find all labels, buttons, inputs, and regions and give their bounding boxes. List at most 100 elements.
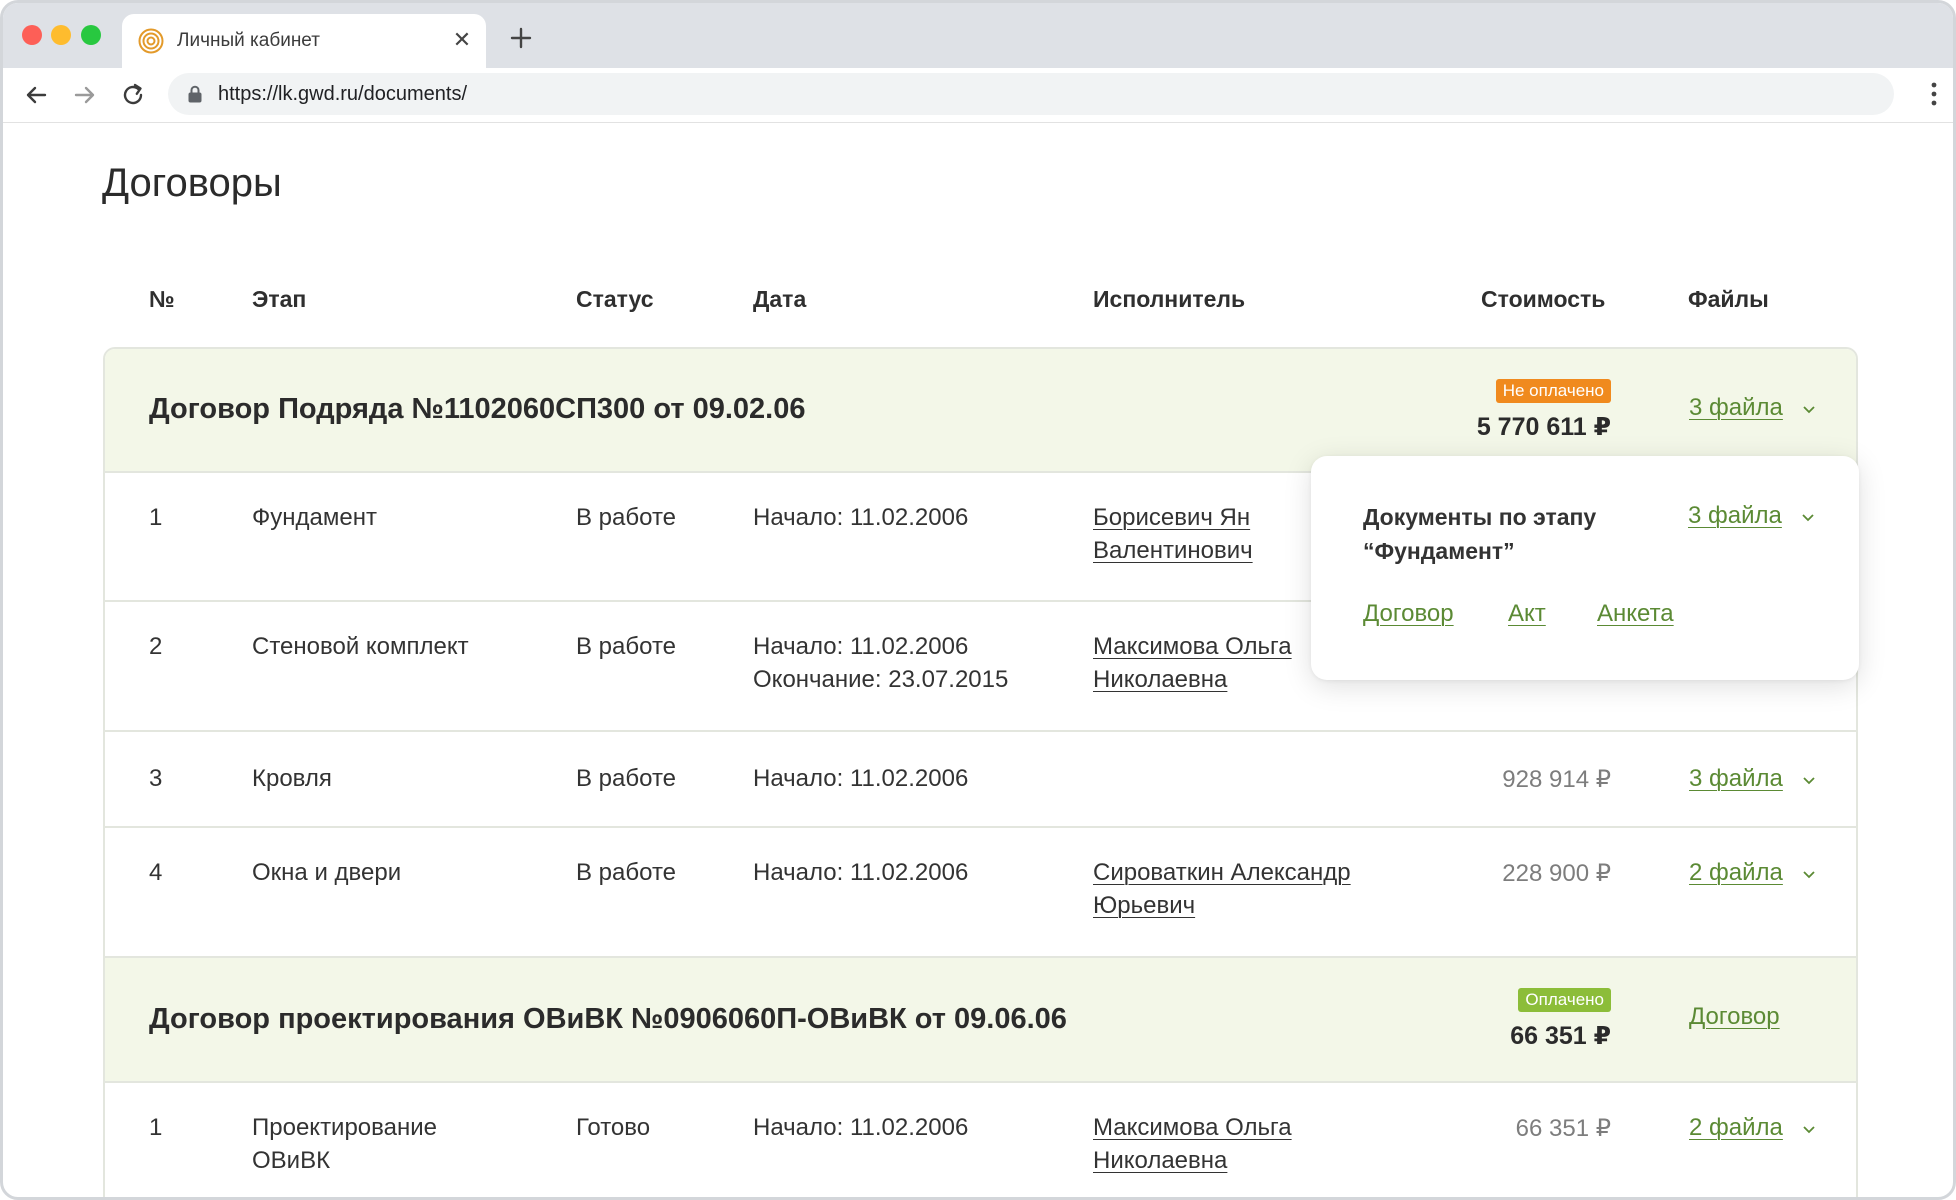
stage-price: 228 900 ₽	[1502, 860, 1611, 887]
executor-link[interactable]: Борисевич Ян Валентинович	[1093, 501, 1253, 567]
table-row: 3 Кровля В работе Начало: 11.02.2006 928…	[105, 732, 1856, 828]
stage-num: 1	[149, 504, 163, 531]
contract-row: Договор проектирования ОВиВК №0906060П-О…	[105, 958, 1856, 1083]
stage-name: Окна и двери	[252, 859, 402, 886]
files-link[interactable]: 2 файла	[1689, 1114, 1783, 1141]
minimize-window-button[interactable]	[51, 25, 71, 45]
lock-icon	[188, 85, 202, 103]
executor-name-line2[interactable]: Николаевна	[1093, 666, 1227, 693]
contract-title: Договор проектирования ОВиВК №0906060П-О…	[149, 1003, 1067, 1035]
url-text: https://lk.gwd.ru/documents/	[218, 83, 468, 105]
executor-name-line2[interactable]: Николаевна	[1093, 1147, 1227, 1174]
column-header-num: №	[149, 286, 175, 312]
browser-window: Личный кабинет ✕ https://lk.gwd.ru/docum…	[0, 0, 1956, 1200]
stage-files-dropdown[interactable]: 2 файла	[1689, 858, 1816, 888]
popup-title: Документы по этапу “Фундамент”	[1363, 500, 1643, 568]
column-header-stage: Этап	[252, 286, 307, 312]
files-link[interactable]: 3 файла	[1689, 765, 1783, 792]
status-badge-paid: Оплачено	[1518, 988, 1611, 1012]
executor-name-line2[interactable]: Валентинович	[1093, 537, 1253, 564]
popup-title-line1: Документы по этапу	[1363, 504, 1597, 530]
files-link[interactable]: 2 файла	[1689, 859, 1783, 886]
stage-dates: Начало: 11.02.2006 Окончание: 23.07.2015	[753, 630, 1008, 696]
popup-link-act[interactable]: Акт	[1508, 600, 1546, 628]
browser-tab[interactable]: Личный кабинет ✕	[122, 14, 486, 68]
column-header-status: Статус	[576, 286, 654, 312]
stage-end-date: Окончание: 23.07.2015	[753, 666, 1009, 693]
popup-title-line2: “Фундамент”	[1363, 538, 1515, 564]
column-header-files: Файлы	[1688, 286, 1769, 312]
stage-status: Готово	[576, 1114, 651, 1141]
executor-link[interactable]: Максимова Ольга Николаевна	[1093, 630, 1292, 696]
stage-name: Кровля	[252, 765, 332, 792]
stage-status: В работе	[576, 765, 677, 792]
chevron-down-icon	[1801, 514, 1814, 521]
stage-price: 928 914 ₽	[1502, 766, 1611, 793]
executor-name-line1[interactable]: Максимова Ольга	[1093, 1114, 1292, 1141]
status-badge-unpaid: Не оплачено	[1495, 379, 1611, 403]
contract-total: 5 770 611 ₽	[1476, 413, 1611, 441]
stage-name: Стеновой комплект	[252, 633, 469, 660]
favicon-logo-icon	[138, 28, 164, 54]
files-link[interactable]: 3 файла	[1688, 502, 1782, 529]
chevron-down-icon	[1802, 1126, 1815, 1133]
column-header-cost: Стоимость	[1481, 286, 1606, 312]
stage-name: Проектирование ОВиВК	[252, 1111, 437, 1177]
address-bar[interactable]: https://lk.gwd.ru/documents/	[168, 73, 1894, 115]
popup-files-dropdown[interactable]: 3 файла	[1688, 502, 1815, 530]
stage-num: 1	[149, 1114, 163, 1141]
chevron-down-icon	[1802, 871, 1815, 878]
browser-toolbar: https://lk.gwd.ru/documents/	[3, 68, 1953, 123]
executor-link[interactable]: Сироваткин Александр Юрьевич	[1093, 856, 1351, 922]
stage-num: 2	[149, 633, 163, 660]
maximize-window-button[interactable]	[81, 25, 101, 45]
stage-num: 3	[149, 765, 163, 792]
more-vertical-icon[interactable]	[1929, 81, 1939, 107]
executor-name-line1[interactable]: Борисевич Ян	[1093, 504, 1250, 531]
table-row: 4 Окна и двери В работе Начало: 11.02.20…	[105, 828, 1856, 958]
contract-files-dropdown[interactable]: 3 файла	[1689, 393, 1816, 423]
document-link[interactable]: Договор	[1689, 1003, 1780, 1030]
stage-files-dropdown[interactable]: 3 файла	[1689, 764, 1816, 794]
close-icon[interactable]: ✕	[448, 26, 476, 54]
executor-name-line1[interactable]: Сироваткин Александр	[1093, 859, 1351, 886]
stage-price: 66 351 ₽	[1515, 1115, 1611, 1142]
stage-start-date: Начало: 11.02.2006	[753, 633, 969, 660]
chevron-down-icon	[1802, 777, 1815, 784]
column-header-date: Дата	[753, 286, 807, 312]
popup-link-questionnaire[interactable]: Анкета	[1597, 600, 1674, 628]
stage-name-line1: Проектирование	[252, 1114, 437, 1141]
files-link[interactable]: 3 файла	[1689, 394, 1783, 421]
stage-status: В работе	[576, 859, 677, 886]
stage-name: Фундамент	[252, 504, 377, 531]
stage-status: В работе	[576, 504, 677, 531]
contract-title: Договор Подряда №1102060СП300 от 09.02.0…	[149, 393, 806, 425]
contract-total: 66 351 ₽	[1510, 1022, 1611, 1050]
stage-name-line2: ОВиВК	[252, 1147, 331, 1174]
stage-start-date: Начало: 11.02.2006	[753, 1114, 969, 1141]
table-row: 1 Проектирование ОВиВК Готово Начало: 11…	[105, 1083, 1856, 1197]
stage-documents-popup: Документы по этапу “Фундамент” 3 файла Д…	[1311, 456, 1859, 680]
reload-icon[interactable]	[118, 80, 148, 110]
stage-start-date: Начало: 11.02.2006	[753, 765, 969, 792]
plus-icon[interactable]	[506, 23, 536, 53]
stage-files-dropdown[interactable]: 2 файла	[1689, 1113, 1816, 1143]
stage-status: В работе	[576, 633, 677, 660]
tab-bar: Личный кабинет ✕	[3, 3, 1953, 68]
executor-name-line2[interactable]: Юрьевич	[1093, 892, 1195, 919]
contract-row: Договор Подряда №1102060СП300 от 09.02.0…	[105, 349, 1856, 473]
executor-name-line1[interactable]: Максимова Ольга	[1093, 633, 1292, 660]
stage-num: 4	[149, 859, 163, 886]
stage-start-date: Начало: 11.02.2006	[753, 859, 969, 886]
executor-link[interactable]: Максимова Ольга Николаевна	[1093, 1111, 1292, 1177]
arrow-left-icon[interactable]	[21, 80, 51, 110]
close-window-button[interactable]	[22, 25, 42, 45]
tab-title: Личный кабинет	[177, 30, 320, 51]
stage-start-date: Начало: 11.02.2006	[753, 504, 969, 531]
page-title: Договоры	[102, 161, 282, 205]
arrow-right-icon[interactable]	[70, 80, 100, 110]
popup-link-contract[interactable]: Договор	[1363, 600, 1454, 628]
column-header-executor: Исполнитель	[1093, 286, 1246, 312]
chevron-down-icon	[1802, 406, 1815, 413]
contract-document-link[interactable]: Договор	[1689, 1002, 1780, 1032]
